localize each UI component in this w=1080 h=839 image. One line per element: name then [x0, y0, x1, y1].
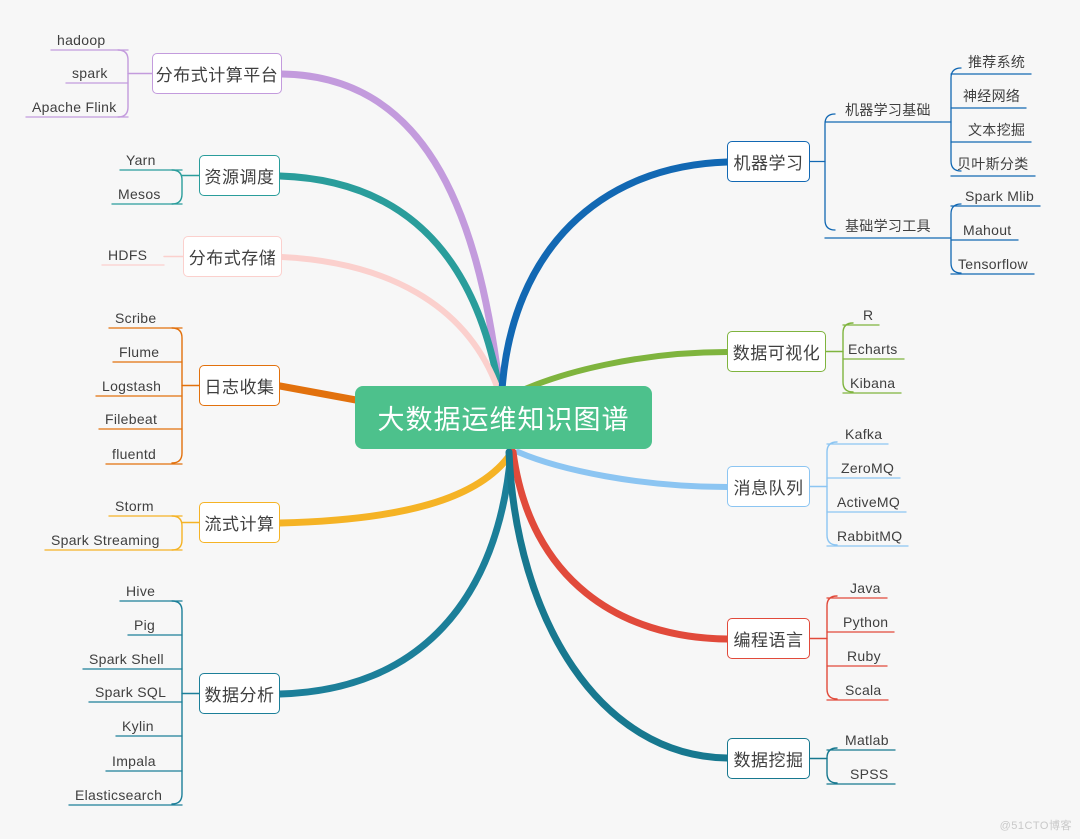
mid-node-machine-learning-1[interactable]: 基础学习工具: [845, 216, 931, 236]
leaf-log-collection-4[interactable]: fluentd: [112, 446, 156, 462]
leaf-data-visualization-0[interactable]: R: [863, 307, 873, 323]
branch-node-stream-computing[interactable]: 流式计算: [199, 502, 280, 543]
leaf-data-analysis-3[interactable]: Spark SQL: [95, 684, 166, 700]
leaf-data-visualization-1[interactable]: Echarts: [848, 341, 898, 357]
leaf-machine-learning-1-0[interactable]: Spark Mlib: [965, 188, 1034, 204]
leaf-programming-language-3[interactable]: Scala: [845, 682, 882, 698]
leaf-data-analysis-1[interactable]: Pig: [134, 617, 155, 633]
leaf-message-queue-1[interactable]: ZeroMQ: [841, 460, 894, 476]
branch-node-programming-language[interactable]: 编程语言: [727, 618, 810, 659]
branch-node-distributed-computing-platform[interactable]: 分布式计算平台: [152, 53, 282, 94]
leaf-message-queue-3[interactable]: RabbitMQ: [837, 528, 902, 544]
bracket-distributed-computing-platform: [117, 49, 129, 118]
main-curve-log-collection: [276, 382, 360, 404]
leaf-resource-scheduling-0[interactable]: Yarn: [126, 152, 156, 168]
leaf-data-analysis-5[interactable]: Impala: [112, 753, 156, 769]
branch-node-resource-scheduling[interactable]: 资源调度: [199, 155, 280, 196]
branch-node-distributed-storage[interactable]: 分布式存储: [183, 236, 282, 277]
leaf-machine-learning-0-3[interactable]: 贝叶斯分类: [957, 154, 1029, 174]
mid-node-machine-learning-0[interactable]: 机器学习基础: [845, 100, 931, 120]
main-curve-data-analysis: [276, 448, 515, 698]
leaf-distributed-computing-platform-0[interactable]: hadoop: [57, 32, 106, 48]
main-curve-message-queue: [515, 449, 730, 490]
leaf-data-analysis-0[interactable]: Hive: [126, 583, 155, 599]
leaf-data-analysis-4[interactable]: Kylin: [122, 718, 154, 734]
mindmap-canvas: 大数据运维知识图谱 分布式计算平台 hadoop spark Apache Flink 资…: [0, 0, 1080, 839]
main-curve-programming-language: [509, 448, 731, 643]
branch-node-data-visualization[interactable]: 数据可视化: [727, 331, 826, 372]
bracket-log-collection: [171, 327, 183, 464]
branch-node-machine-learning[interactable]: 机器学习: [727, 141, 810, 182]
leaf-log-collection-0[interactable]: Scribe: [115, 310, 156, 326]
leaf-machine-learning-0-1[interactable]: 神经网络: [963, 86, 1020, 106]
main-curve-distributed-computing-platform: [278, 70, 504, 396]
leaf-machine-learning-0-0[interactable]: 推荐系统: [968, 52, 1025, 72]
branch-node-log-collection[interactable]: 日志收集: [199, 365, 280, 406]
leaf-distributed-storage-0[interactable]: HDFS: [108, 247, 147, 263]
leaf-data-mining-1[interactable]: SPSS: [850, 766, 889, 782]
leaf-data-visualization-2[interactable]: Kibana: [850, 375, 895, 391]
main-curve-stream-computing: [276, 448, 516, 527]
center-node[interactable]: 大数据运维知识图谱: [355, 386, 652, 449]
bracket-message-queue: [826, 441, 838, 546]
leaf-programming-language-2[interactable]: Ruby: [847, 648, 881, 664]
branch-node-data-analysis[interactable]: 数据分析: [199, 673, 280, 714]
leaf-machine-learning-1-1[interactable]: Mahout: [963, 222, 1012, 238]
bracket-machine-learning: [824, 113, 836, 231]
leaf-stream-computing-0[interactable]: Storm: [115, 498, 154, 514]
watermark: @51CTO博客: [999, 820, 1072, 832]
bracket-stream-computing: [171, 515, 183, 551]
leaf-programming-language-0[interactable]: Java: [850, 580, 881, 596]
leaf-message-queue-2[interactable]: ActiveMQ: [837, 494, 900, 510]
leaf-data-mining-0[interactable]: Matlab: [845, 732, 889, 748]
bracket-data-mining: [826, 747, 838, 784]
main-curve-resource-scheduling: [276, 172, 504, 398]
leaf-resource-scheduling-1[interactable]: Mesos: [118, 186, 161, 202]
leaf-log-collection-1[interactable]: Flume: [119, 344, 159, 360]
branch-node-message-queue[interactable]: 消息队列: [727, 466, 810, 507]
main-curve-machine-learning: [498, 158, 731, 394]
bracket-data-analysis: [171, 600, 183, 805]
leaf-distributed-computing-platform-2[interactable]: Apache Flink: [32, 99, 117, 115]
leaf-data-analysis-6[interactable]: Elasticsearch: [75, 787, 162, 803]
leaf-data-analysis-2[interactable]: Spark Shell: [89, 651, 164, 667]
main-curve-data-mining: [505, 448, 731, 762]
leaf-machine-learning-0-2[interactable]: 文本挖掘: [968, 120, 1025, 140]
leaf-stream-computing-1[interactable]: Spark Streaming: [51, 532, 160, 548]
leaf-log-collection-3[interactable]: Filebeat: [105, 411, 157, 427]
leaf-programming-language-1[interactable]: Python: [843, 614, 888, 630]
branch-node-data-mining[interactable]: 数据挖掘: [727, 738, 810, 779]
main-curve-distributed-storage: [279, 254, 504, 401]
leaf-message-queue-0[interactable]: Kafka: [845, 426, 882, 442]
bracket-programming-language: [826, 595, 838, 700]
leaf-machine-learning-1-2[interactable]: Tensorflow: [958, 256, 1028, 272]
leaf-log-collection-2[interactable]: Logstash: [102, 378, 161, 394]
bracket-resource-scheduling: [171, 169, 183, 205]
leaf-distributed-computing-platform-1[interactable]: spark: [72, 65, 108, 81]
